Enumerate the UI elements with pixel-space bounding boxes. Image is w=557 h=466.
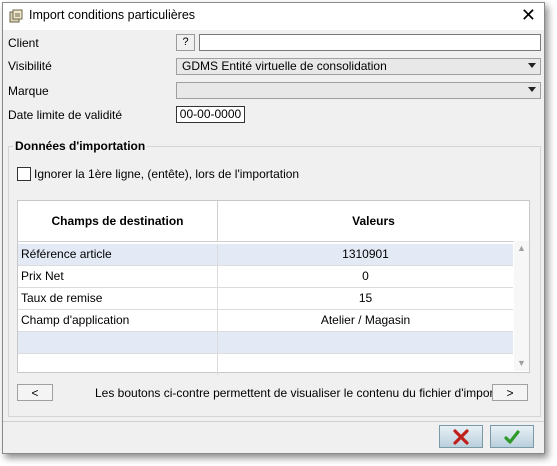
column-header-destination[interactable]: Champs de destination (18, 201, 218, 242)
scroll-down-icon[interactable]: ▼ (514, 356, 529, 371)
ignore-header-label: Ignorer la 1ère ligne, (entête), lors de… (34, 167, 300, 181)
cell-field (18, 354, 218, 375)
client-input[interactable] (199, 34, 541, 51)
cell-value (218, 332, 513, 353)
date-label: Date limite de validité (8, 108, 123, 122)
cell-value: 15 (358, 291, 373, 305)
vertical-scrollbar[interactable]: ▲ ▼ (514, 241, 529, 371)
visibilite-value: GDMS Entité virtuelle de consolidation (182, 59, 387, 73)
cancel-button[interactable] (439, 425, 483, 448)
table-row[interactable]: Prix Net 0 (18, 266, 513, 288)
table-row[interactable]: Champ d'application Atelier / Magasin (18, 310, 513, 332)
cell-field: Référence article (18, 244, 218, 265)
check-icon (504, 430, 520, 444)
cell-value: Atelier / Magasin (320, 313, 411, 327)
app-icon (9, 9, 23, 23)
scroll-up-icon[interactable]: ▲ (514, 241, 529, 256)
cell-field: Prix Net (18, 266, 218, 287)
client-label: Client (8, 36, 39, 50)
import-dialog: Import conditions particulières ✕ Client… (2, 2, 545, 454)
nav-hint-text: Les boutons ci-contre permettent de visu… (95, 386, 497, 400)
x-icon (453, 429, 469, 445)
cell-field: Champ d'application (18, 310, 218, 331)
prev-button[interactable]: < (17, 384, 53, 401)
ignore-header-checkbox[interactable] (17, 167, 31, 181)
visibilite-label: Visibilité (8, 59, 52, 73)
footer-divider (3, 421, 544, 422)
table-row[interactable] (18, 354, 513, 376)
chevron-down-icon (528, 87, 536, 92)
date-input[interactable]: 00-00-0000 (176, 106, 245, 123)
chevron-down-icon (528, 63, 536, 68)
cell-field: Taux de remise (18, 288, 218, 309)
cell-value: 1310901 (342, 247, 389, 261)
cell-field (18, 332, 218, 353)
next-button[interactable]: > (492, 384, 528, 401)
section-title: Données d'importation (13, 139, 148, 153)
close-icon[interactable]: ✕ (521, 5, 536, 25)
visibilite-select[interactable]: GDMS Entité virtuelle de consolidation (176, 58, 541, 75)
table-row[interactable]: Taux de remise 15 (18, 288, 513, 310)
cell-value (218, 354, 513, 375)
cell-value: 0 (362, 269, 369, 283)
marque-label: Marque (8, 84, 49, 98)
title-bar: Import conditions particulières ✕ (3, 3, 544, 30)
marque-select[interactable] (176, 82, 541, 99)
column-header-valeurs[interactable]: Valeurs (218, 201, 529, 242)
table-row[interactable] (18, 332, 513, 354)
window-title: Import conditions particulières (29, 8, 196, 22)
client-help-button[interactable]: ? (176, 34, 195, 51)
ok-button[interactable] (490, 425, 534, 448)
table-row[interactable]: Référence article 1310901 (18, 244, 513, 266)
import-grid: Champs de destination Valeurs Référence … (17, 200, 530, 376)
